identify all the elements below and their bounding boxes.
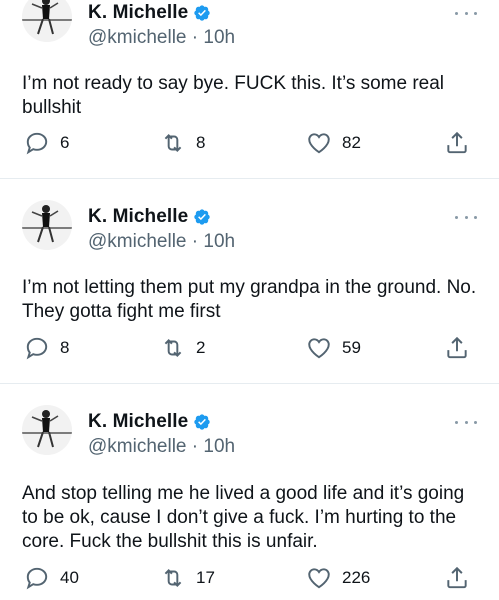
reply-count: 40 <box>60 568 79 587</box>
separator-dot: · <box>186 27 204 48</box>
reply-button[interactable]: 6 <box>24 130 69 156</box>
retweet-icon <box>164 569 182 587</box>
author-name[interactable]: K. Michelle <box>88 411 188 433</box>
separator-dot: · <box>186 231 204 252</box>
avatar[interactable] <box>22 405 72 455</box>
tweet-2[interactable]: K. Michelle @kmichelle · 10h I’m not let… <box>0 178 499 384</box>
retweet-count: 17 <box>196 568 215 587</box>
retweet-button[interactable]: 8 <box>160 130 205 156</box>
retweet-icon <box>164 339 182 357</box>
reply-button[interactable]: 40 <box>24 565 79 591</box>
more-options-icon[interactable] <box>455 8 477 18</box>
share-icon <box>447 336 467 359</box>
verified-badge-icon <box>194 414 211 430</box>
share-icon <box>447 131 467 154</box>
tweet-text: I’m not ready to say bye. FUCK this. It’… <box>22 73 445 118</box>
reply-button[interactable]: 8 <box>24 335 69 361</box>
retweet-button[interactable]: 17 <box>160 565 215 591</box>
share-button[interactable] <box>444 130 470 156</box>
share-button[interactable] <box>444 335 470 361</box>
share-button[interactable] <box>444 565 470 591</box>
heart-icon <box>308 568 330 589</box>
like-count: 59 <box>342 338 361 357</box>
more-options-icon[interactable] <box>455 417 477 427</box>
more-options-icon[interactable] <box>455 212 477 222</box>
retweet-icon <box>164 134 182 152</box>
tweet-text: And stop telling me he lived a good life… <box>22 483 465 552</box>
reply-icon <box>26 567 48 590</box>
verified-badge-icon <box>194 5 211 21</box>
like-button[interactable]: 226 <box>306 565 370 591</box>
like-count: 226 <box>342 568 371 587</box>
retweet-count: 8 <box>196 133 206 152</box>
tweet-time[interactable]: 10h <box>203 27 235 48</box>
retweet-count: 2 <box>196 338 206 357</box>
author-name[interactable]: K. Michelle <box>88 206 188 228</box>
author-name[interactable]: K. Michelle <box>88 2 188 24</box>
like-button[interactable]: 82 <box>306 130 361 156</box>
avatar[interactable] <box>22 0 72 42</box>
share-icon <box>447 566 467 589</box>
reply-count: 6 <box>60 133 70 152</box>
tweet-text: I’m not letting them put my grandpa in t… <box>22 277 477 322</box>
verified-badge-icon <box>194 209 211 225</box>
author-handle[interactable]: @kmichelle <box>88 436 186 457</box>
retweet-button[interactable]: 2 <box>160 335 205 361</box>
reply-icon <box>26 337 48 360</box>
like-button[interactable]: 59 <box>306 335 361 361</box>
reply-icon <box>26 132 48 155</box>
heart-icon <box>308 338 330 359</box>
tweet-3[interactable]: K. Michelle @kmichelle · 10h And stop te… <box>0 383 499 600</box>
reply-count: 8 <box>60 338 70 357</box>
tweet-time[interactable]: 10h <box>203 436 235 457</box>
tweet-time[interactable]: 10h <box>203 231 235 252</box>
tweet-1[interactable]: K. Michelle @kmichelle · 10h I’m not rea… <box>0 0 499 179</box>
author-handle[interactable]: @kmichelle <box>88 231 186 252</box>
separator-dot: · <box>186 436 204 457</box>
like-count: 82 <box>342 133 361 152</box>
author-handle[interactable]: @kmichelle <box>88 27 186 48</box>
heart-icon <box>308 133 330 154</box>
avatar[interactable] <box>22 200 72 250</box>
